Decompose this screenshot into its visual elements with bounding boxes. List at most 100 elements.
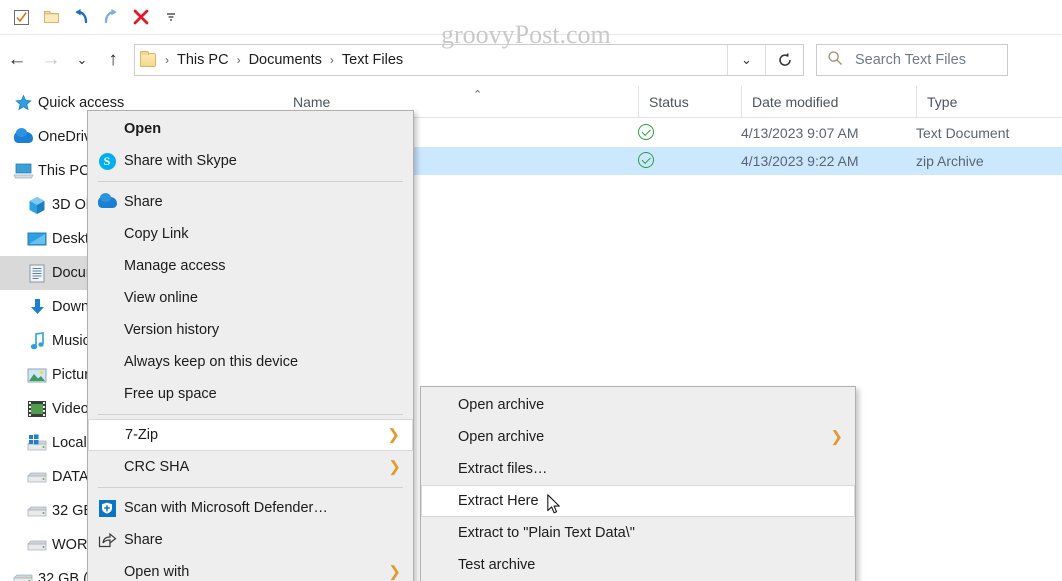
desktop-icon [22,231,52,248]
menu-item-version-history[interactable]: Version history [88,314,413,346]
back-button[interactable]: ← [0,43,34,77]
redo-icon[interactable] [96,4,126,30]
menu-item-label: Open [124,121,162,137]
menu-separator [98,181,403,182]
menu-item-label: Free up space [124,386,217,402]
column-header-status[interactable]: Status [638,86,741,118]
up-button[interactable]: ↑ [96,43,130,77]
chevron-down-icon[interactable]: ⌄ [727,45,765,75]
defender-shield-icon [90,499,124,517]
submenu-item-open-archive[interactable]: Open archive [421,389,855,421]
breadcrumb-item-this-pc[interactable]: This PC [173,52,233,68]
sidebar-item-label: This PC [38,163,90,179]
column-header-type-label: Type [927,94,958,110]
undo-icon[interactable] [66,4,96,30]
menu-item-label: Copy Link [124,226,189,242]
properties-checkbox-icon[interactable] [6,4,36,30]
menu-item-label: Extract files… [458,461,548,477]
menu-item-7-zip[interactable]: 7-Zip ❯ [88,419,413,451]
menu-item-label: Share with Skype [124,153,237,169]
windows-drive-icon [22,434,52,452]
menu-item-label: Version history [124,322,220,338]
drive-icon [22,538,52,552]
submenu-item-extract-files[interactable]: Extract files… [421,453,855,485]
new-folder-icon[interactable] [36,4,66,30]
breadcrumb-folder-icon [135,51,161,67]
submenu-item-open-archive-with[interactable]: Open archive ❯ [421,421,855,453]
menu-separator [98,414,403,415]
menu-separator [98,487,403,488]
customize-dropdown-icon[interactable] [156,4,186,30]
file-date-modified: 4/13/2023 9:07 AM [741,125,859,141]
submenu-item-extract-to-folder[interactable]: Extract to "Plain Text Data\" [421,517,855,549]
menu-item-label: Share [124,532,163,548]
navigation-toolbar: ← → ⌄ ↑ › This PC › Documents › Text Fil… [0,35,1062,85]
cloud-available-check-icon [638,151,654,171]
downloads-icon [22,298,52,317]
drive-icon [22,504,52,518]
menu-item-share-with-skype[interactable]: S Share with Skype [88,145,413,177]
menu-item-label: Extract Here [458,493,539,509]
menu-item-free-up-space[interactable]: Free up space [88,378,413,410]
column-header-date-modified[interactable]: Date modified [741,86,916,118]
drive-icon [8,572,38,581]
submenu-item-extract-here[interactable]: Extract Here [421,485,855,517]
column-header-type[interactable]: Type [916,86,1062,118]
menu-item-share-onedrive[interactable]: Share [88,186,413,218]
share-arrow-icon [90,532,124,548]
menu-item-copy-link[interactable]: Copy Link [88,218,413,250]
3d-objects-icon [22,196,52,215]
menu-item-label: Always keep on this device [124,354,299,370]
chevron-right-icon: ❯ [387,426,400,444]
file-context-menu: Open S Share with Skype Share Copy Link … [87,110,414,581]
menu-item-manage-access[interactable]: Manage access [88,250,413,282]
documents-icon [22,264,52,283]
breadcrumb-item-documents[interactable]: Documents [245,52,326,68]
pictures-icon [22,367,52,384]
music-icon [22,331,52,351]
refresh-icon[interactable] [765,45,803,75]
recent-locations-button[interactable]: ⌄ [68,43,96,77]
menu-item-scan-with-microsoft-defender[interactable]: Scan with Microsoft Defender… [88,492,413,524]
drive-icon [22,470,52,484]
menu-item-always-keep-on-this-device[interactable]: Always keep on this device [88,346,413,378]
menu-item-open[interactable]: Open [88,113,413,145]
submenu-item-test-archive[interactable]: Test archive [421,549,855,581]
menu-item-label: Share [124,194,163,210]
chevron-right-icon: ❯ [388,458,401,476]
column-header-date-modified-label: Date modified [752,94,839,110]
file-date-modified: 4/13/2023 9:22 AM [741,153,859,169]
menu-item-share[interactable]: Share [88,524,413,556]
address-bar[interactable]: › This PC › Documents › Text Files ⌄ [134,44,804,76]
search-icon [827,50,843,71]
menu-item-view-online[interactable]: View online [88,282,413,314]
breadcrumb-separator-0: › [165,53,169,67]
quick-access-toolbar [0,0,1062,35]
file-type: zip Archive [916,153,984,169]
menu-item-label: Test archive [458,557,536,573]
forward-button[interactable]: → [34,43,68,77]
menu-item-label: Open archive [458,429,545,445]
search-input[interactable]: Search Text Files [816,44,1008,76]
menu-item-label: 7-Zip [125,427,159,443]
breadcrumb-separator-2: › [329,53,334,67]
this-pc-icon [8,162,38,180]
onedrive-cloud-icon [8,127,38,143]
delete-icon[interactable] [126,4,156,30]
column-header-name-label: Name [293,94,331,110]
breadcrumb-separator-1: › [236,53,241,67]
menu-item-label: Manage access [124,258,226,274]
sidebar-item-label: Quick access [38,95,125,111]
menu-item-label: Open with [124,564,190,580]
file-type: Text Document [916,125,1010,141]
breadcrumb-item-text-files[interactable]: Text Files [338,52,407,68]
search-placeholder: Search Text Files [855,52,966,68]
file-explorer-window: groovyPost.com ← → ⌄ ↑ › This PC › Docum… [0,0,1062,581]
chevron-right-icon: ❯ [830,428,843,446]
menu-item-label: Open archive [458,397,545,413]
sidebar-item-label: Music [52,333,90,349]
column-header-status-label: Status [649,94,689,110]
menu-item-open-with[interactable]: Open with ❯ [88,556,413,581]
skype-icon: S [90,152,124,170]
menu-item-crc-sha[interactable]: CRC SHA ❯ [88,451,413,483]
